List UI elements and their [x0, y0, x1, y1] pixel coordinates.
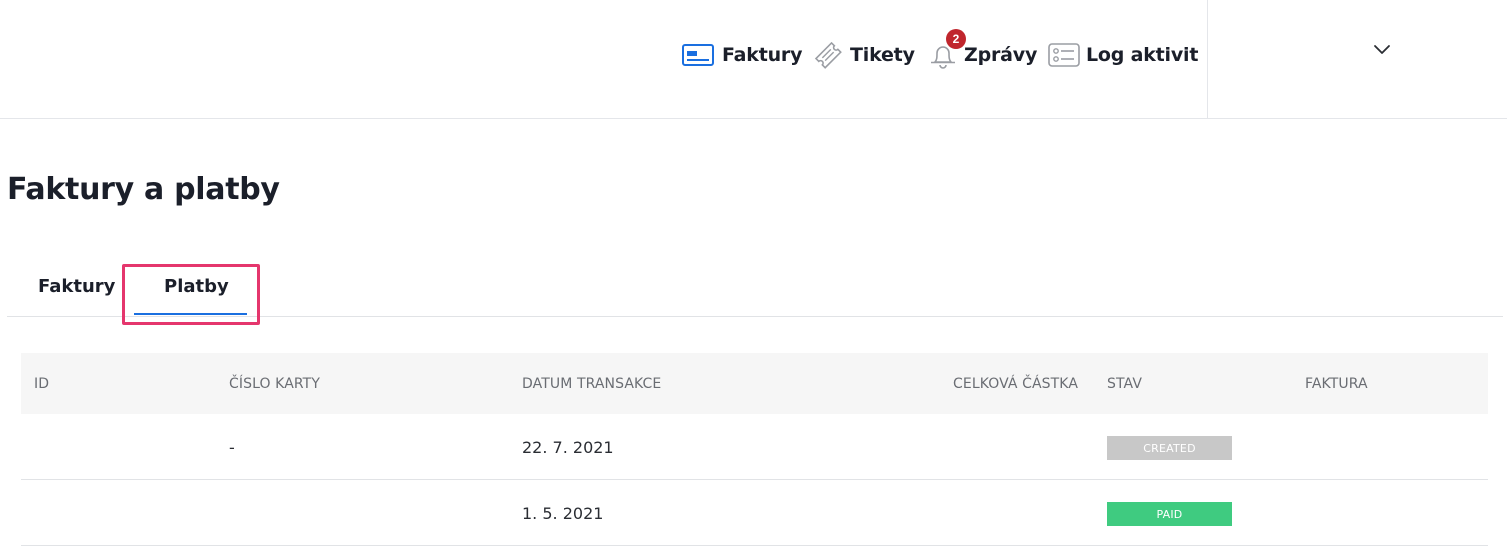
- column-header-id[interactable]: ID: [34, 376, 49, 392]
- tab-platby[interactable]: Platby: [164, 276, 229, 297]
- status-badge: CREATED: [1107, 436, 1232, 460]
- page-title: Faktury a platby: [7, 172, 280, 207]
- tab-bar: Faktury Platby: [7, 262, 1503, 317]
- column-header-invoice[interactable]: FAKTURA: [1305, 376, 1368, 392]
- nav-zpravy-label: Zprávy: [964, 44, 1038, 66]
- notification-badge: 2: [946, 29, 966, 49]
- nav-log-aktivit-label: Log aktivit: [1086, 44, 1199, 66]
- table-row[interactable]: - 22. 7. 2021 CREATED: [21, 414, 1488, 480]
- column-header-transaction-date[interactable]: DATUM TRANSAKCE: [522, 376, 661, 392]
- top-bar: Faktury Tikety 2 Zprávy Log aktivit: [0, 0, 1507, 119]
- invoice-card-icon: [682, 44, 714, 66]
- table-header: ID ČÍSLO KARTY DATUM TRANSAKCE CELKOVÁ Č…: [21, 353, 1488, 414]
- nav-tikety-label: Tikety: [850, 44, 915, 66]
- status-badge: PAID: [1107, 502, 1232, 526]
- user-menu-dropdown[interactable]: [1370, 38, 1394, 62]
- column-header-total-amount[interactable]: CELKOVÁ ČÁSTKA: [953, 376, 1078, 392]
- cell-transaction-date: 22. 7. 2021: [522, 438, 614, 457]
- nav-log-aktivit[interactable]: Log aktivit: [1048, 38, 1198, 72]
- activity-log-icon: [1048, 43, 1080, 67]
- column-header-card-number[interactable]: ČÍSLO KARTY: [229, 376, 320, 392]
- active-tab-indicator: [134, 313, 247, 315]
- cell-card-number: -: [229, 438, 235, 457]
- ticket-icon: [814, 41, 842, 69]
- chevron-down-icon: [1374, 45, 1390, 54]
- payments-table: ID ČÍSLO KARTY DATUM TRANSAKCE CELKOVÁ Č…: [21, 353, 1488, 546]
- nav-zpravy[interactable]: 2 Zprávy: [926, 29, 1038, 72]
- table-row[interactable]: 1. 5. 2021 PAID: [21, 480, 1488, 546]
- nav-tikety[interactable]: Tikety: [812, 38, 915, 72]
- cell-transaction-date: 1. 5. 2021: [522, 504, 604, 523]
- header-divider: [1207, 0, 1208, 119]
- nav-faktury-label: Faktury: [722, 44, 803, 66]
- tab-faktury[interactable]: Faktury: [38, 276, 115, 297]
- nav-faktury[interactable]: Faktury: [682, 38, 802, 72]
- column-header-status[interactable]: STAV: [1107, 376, 1142, 392]
